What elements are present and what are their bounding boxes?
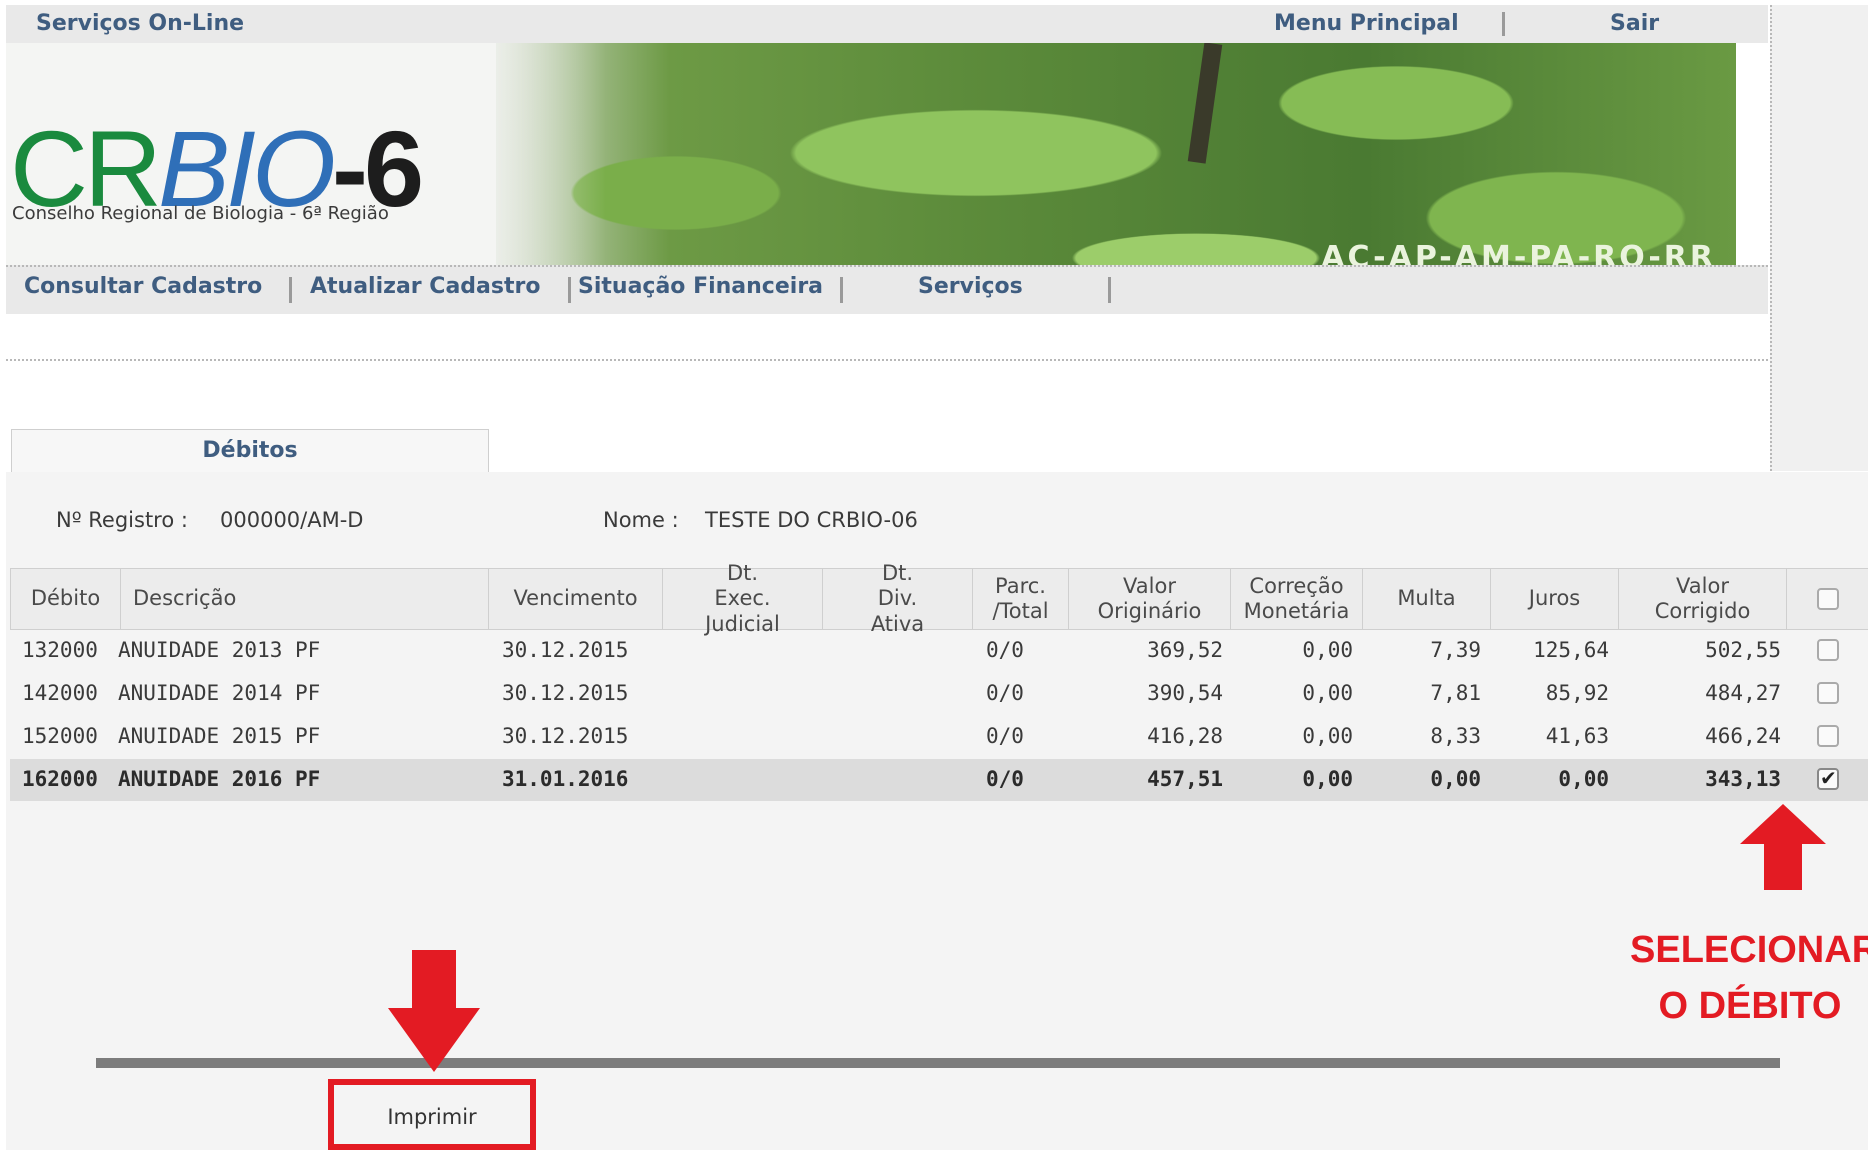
top-bar: Serviços On-Line Menu Principal Sair <box>6 5 1768 43</box>
header-dt-div-ativa: Dt. Div. Ativa <box>823 561 973 636</box>
registro-value: 000000/AM-D <box>220 508 364 532</box>
table-row[interactable]: 142000 ANUIDADE 2014 PF 30.12.2015 0/0 3… <box>10 673 1868 715</box>
separator <box>289 277 292 303</box>
cell-valor-originario: 369,52 <box>1147 638 1223 662</box>
header-valor-originario: Valor Originário <box>1069 569 1231 629</box>
cell-debito: 142000 <box>22 681 98 705</box>
header-multa: Multa <box>1363 569 1491 629</box>
nome-value: TESTE DO CRBIO-06 <box>705 508 918 532</box>
cell-juros: 41,63 <box>1545 724 1609 748</box>
nome-label: Nome : <box>603 508 679 532</box>
cell-multa: 7,81 <box>1430 681 1481 705</box>
cell-valor-originario: 416,28 <box>1147 724 1223 748</box>
nav-servicos[interactable]: Serviços <box>918 274 1023 299</box>
row-checkbox[interactable] <box>1817 682 1839 704</box>
annotation-line-1: SELECIONAR <box>1630 929 1868 971</box>
nav-atualizar-cadastro[interactable]: Atualizar Cadastro <box>310 274 540 299</box>
row-checkbox[interactable] <box>1817 725 1839 747</box>
row-checkbox-checked[interactable] <box>1817 766 1839 790</box>
cell-multa: 7,39 <box>1430 638 1481 662</box>
cell-valor-corrigido: 343,13 <box>1705 767 1781 791</box>
table-row-selected[interactable]: 162000 ANUIDADE 2016 PF 31.01.2016 0/0 4… <box>10 759 1868 801</box>
header-banner: AC-AP-AM-PA-RO-RR CRBIO-6 Conselho Regio… <box>6 43 1736 265</box>
selecionar-annotation: SELECIONAR O DÉBITO <box>1630 922 1868 1034</box>
nav-bar: Consultar Cadastro Atualizar Cadastro Si… <box>6 265 1768 314</box>
sair-link[interactable]: Sair <box>1610 11 1659 36</box>
separator <box>840 277 843 303</box>
red-up-arrow-icon <box>1740 804 1826 890</box>
banner-tree-trunk <box>1187 43 1223 164</box>
cell-vencimento: 30.12.2015 <box>502 681 629 705</box>
registro-label: Nº Registro : <box>56 508 188 532</box>
nav-consultar-cadastro[interactable]: Consultar Cadastro <box>24 274 262 299</box>
table-row[interactable]: 132000 ANUIDADE 2013 PF 30.12.2015 0/0 3… <box>10 630 1868 672</box>
red-down-arrow-icon <box>388 950 480 1072</box>
header-dt-exec-judicial: Dt. Exec. Judicial <box>663 561 823 636</box>
cell-valor-originario: 390,54 <box>1147 681 1223 705</box>
cell-parc: 0/0 <box>986 638 1024 662</box>
separator <box>568 277 571 303</box>
tab-label: Débitos <box>202 438 298 463</box>
cell-parc: 0/0 <box>986 724 1024 748</box>
nav-situacao-financeira[interactable]: Situação Financeira <box>578 274 823 299</box>
row-checkbox[interactable] <box>1817 639 1839 661</box>
imprimir-button[interactable]: Imprimir <box>328 1079 536 1150</box>
banner-fade <box>446 43 606 265</box>
horizontal-rule <box>96 1058 1780 1068</box>
cell-valor-originario: 457,51 <box>1147 767 1223 791</box>
cell-parc: 0/0 <box>986 767 1024 791</box>
header-descricao: Descrição <box>121 569 489 629</box>
header-valor-corrigido: Valor Corrigido <box>1619 569 1787 629</box>
cell-valor-corrigido: 484,27 <box>1705 681 1781 705</box>
annotation-line-2: O DÉBITO <box>1658 985 1842 1027</box>
table-row[interactable]: 152000 ANUIDADE 2015 PF 30.12.2015 0/0 4… <box>10 716 1868 758</box>
tab-debitos[interactable]: Débitos <box>11 429 489 474</box>
cell-vencimento: 30.12.2015 <box>502 638 629 662</box>
header-correcao-monetaria: Correção Monetária <box>1231 569 1363 629</box>
header-select-all <box>1787 569 1868 629</box>
separator <box>1108 277 1111 303</box>
cell-descricao: ANUIDADE 2013 PF <box>118 638 321 662</box>
header-vencimento: Vencimento <box>489 569 663 629</box>
cell-descricao: ANUIDADE 2015 PF <box>118 724 321 748</box>
imprimir-label: Imprimir <box>387 1105 477 1129</box>
header-parc-total: Parc. /Total <box>973 569 1069 629</box>
cell-vencimento: 31.01.2016 <box>502 767 629 791</box>
services-online-title: Serviços On-Line <box>36 11 245 36</box>
header-juros: Juros <box>1491 569 1619 629</box>
cell-descricao: ANUIDADE 2014 PF <box>118 681 321 705</box>
cell-vencimento: 30.12.2015 <box>502 724 629 748</box>
cell-juros: 85,92 <box>1545 681 1609 705</box>
cell-correcao: 0,00 <box>1302 681 1353 705</box>
cell-correcao: 0,00 <box>1302 724 1353 748</box>
cell-juros: 0,00 <box>1558 767 1609 791</box>
logo-subtitle: Conselho Regional de Biologia - 6ª Regiã… <box>12 203 389 224</box>
cell-juros: 125,64 <box>1533 638 1609 662</box>
divider <box>6 359 1768 361</box>
menu-principal-link[interactable]: Menu Principal <box>1274 11 1459 36</box>
separator <box>1502 12 1505 36</box>
right-margin <box>1770 5 1868 471</box>
cell-valor-corrigido: 502,55 <box>1705 638 1781 662</box>
table-header: Débito Descrição Vencimento Dt. Exec. Ju… <box>10 561 1868 636</box>
select-all-checkbox[interactable] <box>1817 588 1839 610</box>
cell-descricao: ANUIDADE 2016 PF <box>118 767 321 791</box>
cell-debito: 152000 <box>22 724 98 748</box>
header-debito: Débito <box>11 569 121 629</box>
banner-photo: AC-AP-AM-PA-RO-RR <box>496 43 1736 265</box>
cell-multa: 0,00 <box>1430 767 1481 791</box>
cell-multa: 8,33 <box>1430 724 1481 748</box>
cell-debito: 162000 <box>22 767 98 791</box>
cell-correcao: 0,00 <box>1302 767 1353 791</box>
cell-debito: 132000 <box>22 638 98 662</box>
cell-correcao: 0,00 <box>1302 638 1353 662</box>
cell-valor-corrigido: 466,24 <box>1705 724 1781 748</box>
banner-states-text: AC-AP-AM-PA-RO-RR <box>1321 240 1716 265</box>
cell-parc: 0/0 <box>986 681 1024 705</box>
